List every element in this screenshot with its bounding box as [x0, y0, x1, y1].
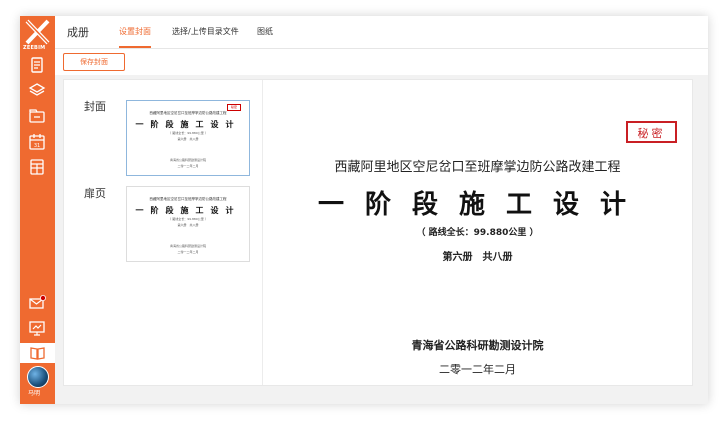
thumb-project-title: 西藏阿里地区空尼岔口至班摩掌边防公路改建工程 — [149, 111, 227, 115]
sidebar-item-book-active[interactable] — [20, 343, 55, 363]
tab-drawings[interactable]: 图纸 — [257, 26, 273, 37]
document-icon[interactable] — [28, 56, 46, 74]
cover-thumbnail[interactable]: 秘密 西藏阿里地区空尼岔口至班摩掌边防公路改建工程 一阶段施工设计 （ 路线全长… — [126, 100, 250, 176]
thumb-volume: 第六册 共八册 — [177, 223, 199, 227]
thumb-route-length: （ 路线全长：99.880公里 ） — [168, 131, 208, 135]
header: 成册 设置封面 选择/上传目录文件 图纸 — [55, 16, 708, 49]
user-name: 马明 — [28, 390, 41, 397]
save-cover-button[interactable]: 保存封面 — [63, 53, 125, 71]
page-title: 成册 — [67, 26, 89, 39]
svg-text:31: 31 — [34, 143, 40, 149]
thumb-route-length: （ 路线全长：99.880公里 ） — [168, 217, 208, 221]
active-tab-indicator — [119, 46, 151, 48]
cover-project-title: 西藏阿里地区空尼岔口至班摩掌边防公路改建工程 — [334, 160, 621, 175]
calendar-icon[interactable]: 31 — [28, 133, 46, 151]
thumb-volume: 第六册 共八册 — [177, 137, 199, 141]
thumb-main-title: 一阶段施工设计 — [135, 120, 241, 129]
secret-stamp: 秘密 — [626, 121, 677, 143]
thumb-label-title-page: 扉页 — [84, 187, 106, 200]
title-page-thumbnail[interactable]: 西藏阿里地区空尼岔口至班摩掌边防公路改建工程 一阶段施工设计 （ 路线全长：99… — [126, 186, 250, 262]
tab-set-cover[interactable]: 设置封面 — [119, 26, 151, 37]
folder-icon[interactable] — [28, 107, 46, 125]
thumb-organization: 青海省公路科研勘测设计院 — [169, 244, 206, 248]
mail-icon[interactable] — [28, 294, 46, 312]
app-window: ZEEBIM 31 马明 成册 设置封面 选择/上传目录文件 图纸 保存封面 封… — [20, 16, 708, 404]
cover-date: 二零一二年二月 — [439, 363, 516, 376]
logo-icon — [25, 19, 50, 45]
sidebar: ZEEBIM 31 马明 — [20, 16, 55, 404]
thumb-date: 二零一二年二月 — [177, 164, 199, 168]
thumb-secret-stamp: 秘密 — [227, 104, 241, 111]
thumb-organization: 青海省公路科研勘测设计院 — [169, 158, 206, 162]
cover-main-title: 一阶段施工设计 — [317, 190, 647, 220]
cover-route-length: （ 路线全长：99.880公里 ） — [416, 228, 539, 238]
thumb-label-cover: 封面 — [84, 100, 106, 113]
avatar[interactable] — [27, 366, 49, 388]
toolbar: 保存封面 — [55, 49, 708, 75]
thumb-date: 二零一二年二月 — [177, 250, 199, 254]
book-icon — [30, 347, 45, 360]
cover-volume: 第六册 共八册 — [442, 252, 513, 263]
logo-text: ZEEBIM — [23, 45, 46, 51]
table-icon[interactable] — [28, 158, 46, 176]
tab-upload-catalog[interactable]: 选择/上传目录文件 — [172, 26, 239, 37]
thumb-project-title: 西藏阿里地区空尼岔口至班摩掌边防公路改建工程 — [149, 197, 227, 201]
content-panel: 封面 秘密 西藏阿里地区空尼岔口至班摩掌边防公路改建工程 一阶段施工设计 （ 路… — [63, 79, 693, 386]
presentation-icon[interactable] — [28, 319, 46, 337]
layers-icon[interactable] — [28, 81, 46, 99]
thumb-main-title: 一阶段施工设计 — [135, 206, 241, 215]
cover-organization: 青海省公路科研勘测设计院 — [411, 339, 544, 352]
